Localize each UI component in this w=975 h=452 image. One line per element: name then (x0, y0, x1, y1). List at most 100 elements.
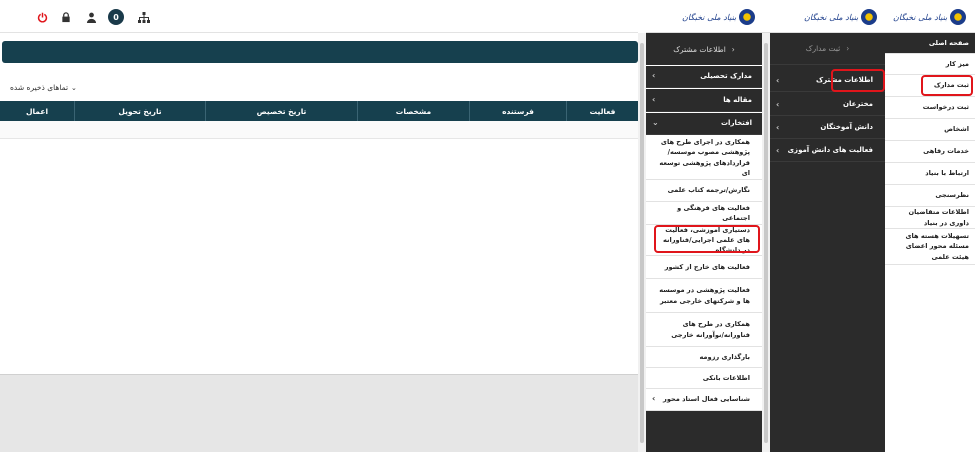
menu-item-label: فعالیت های دانش آموزی (787, 146, 873, 154)
menu-item-honors[interactable]: افتخارات ⌄ (646, 113, 762, 135)
submenu-panel-register-docs: ‹ ثبت مدارک اطلاعات مشترک › مخترعان › دانش… (770, 33, 885, 452)
user-icon[interactable] (84, 10, 98, 24)
column-delivery-date[interactable]: تاریخ تحویل (74, 101, 205, 121)
menu-item-label: بارگذاری رزومه (699, 352, 750, 361)
lock-icon[interactable] (59, 10, 73, 24)
column-activity[interactable]: فعالیت (566, 101, 638, 121)
menu-item-label: فعالیت های فرهنگی و اجتماعی (677, 203, 750, 222)
emblem-icon (861, 9, 878, 25)
scrollbar-thumb[interactable] (764, 43, 768, 443)
menu-item-register-request[interactable]: ثبت درخواست (885, 97, 975, 119)
submenu-item-upload-resume[interactable]: بارگذاری رزومه (646, 347, 762, 368)
menu-item-label: همکاری در اجرای طرح های پژوهشی مصوب موسس… (659, 138, 750, 177)
menu-item-desk[interactable]: میز کار (885, 54, 975, 75)
menu-item-survey[interactable]: نظرسنجی (885, 185, 975, 207)
menu-item-label: نظرسنجی (935, 191, 969, 200)
menu-item-label: فعالیت پژوهشی در موسسه ها و شرکتهای خارج… (659, 286, 750, 305)
notification-counter[interactable]: 0 (108, 9, 124, 25)
chevron-left-icon: ‹ (846, 44, 850, 53)
saved-filter-label: تماهای ذخیره شده (10, 83, 69, 92)
menu-item-label: اشخاص (944, 125, 969, 134)
menu-item-label: شناسایی فعال استاد محور (663, 395, 750, 404)
chevron-right-icon: › (776, 75, 780, 85)
menu-item-articles[interactable]: مقاله ها › (646, 89, 762, 112)
menu-item-label: ارتباط با بنیاد (925, 169, 969, 178)
menu-item-label: خدمات رفاهی (923, 147, 969, 156)
logo-text: بنیاد ملی نخبگان (893, 12, 948, 22)
main-side-menu: صفحه اصلی میز کار ثبت مدارک ثبت درخواست … (885, 33, 975, 452)
submenu-item-foreign-research[interactable]: فعالیت پژوهشی در موسسه ها و شرکتهای خارج… (646, 279, 762, 313)
menu-item-contact[interactable]: ارتباط با بنیاد (885, 163, 975, 185)
column-assign-date[interactable]: تاریخ تخصیص (205, 101, 357, 121)
submenu-item-bank-info[interactable]: اطلاعات بانکی (646, 368, 762, 389)
menu-item-home[interactable]: صفحه اصلی (885, 33, 975, 54)
menu-item-label: مقاله ها (723, 95, 752, 104)
submenu-item-book-writing[interactable]: نگارش/ترجمه کتاب علمی (646, 180, 762, 202)
panel2-top: بنیاد ملی نخبگان (770, 0, 885, 33)
menu-item-label: دانش آموختگان (820, 123, 873, 131)
chevron-right-icon: › (652, 94, 656, 104)
menu-item-faculty-facilities[interactable]: تسهیلات هسته های مسئله محور اعضای هیئت ع… (885, 229, 975, 265)
menu-item-label: تسهیلات هسته های مسئله محور اعضای هیئت ع… (905, 232, 969, 261)
panel1-scrollbar[interactable] (762, 33, 770, 452)
grid-footer (0, 374, 638, 452)
logo: بنیاد ملی نخبگان (804, 7, 878, 27)
menu-item-label: ثبت درخواست (922, 103, 969, 112)
column-details[interactable]: مشخصات (357, 101, 469, 121)
menu-item-degrees[interactable]: مدارک تحصیلی › (646, 66, 762, 88)
submenu-item-cultural-activities[interactable]: فعالیت های فرهنگی و اجتماعی (646, 202, 762, 225)
menu-item-label: مدارک تحصیلی (700, 72, 752, 81)
chevron-right-icon: › (776, 122, 780, 132)
menu-item-label: نگارش/ترجمه کتاب علمی (667, 186, 750, 195)
submenu-item-research-projects[interactable]: همکاری در اجرای طرح های پژوهشی مصوب موسس… (646, 136, 762, 180)
menu-item-graduates[interactable]: دانش آموختگان › (770, 116, 885, 139)
menu-item-label: مخترعان (843, 100, 873, 108)
menu-item-inventors[interactable]: مخترعان › (770, 93, 885, 116)
submenu-item-foreign-tech-projects[interactable]: همکاری در طرح های فناورانه/نوآورانه خارج… (646, 313, 762, 347)
column-actions[interactable]: اعمال (0, 101, 74, 121)
menu-item-label: اطلاعات بانکی (702, 373, 750, 382)
chevron-right-icon: › (652, 394, 656, 404)
power-icon[interactable] (35, 10, 49, 24)
menu-item-label: دستیاری آموزشی، فعالیت های علمی اجرایی/ف… (662, 225, 750, 255)
menu-item-shared-info[interactable]: اطلاعات مشترک › (770, 69, 885, 92)
chevron-down-icon: ⌄ (71, 83, 77, 92)
panel-filler (646, 411, 762, 452)
menu-item-label: فعالیت های خارج از کشور (664, 262, 750, 271)
menu-item-referee-applicants[interactable]: اطلاعات متقاضیان داوری در بنیاد (885, 207, 975, 229)
logo-text: بنیاد ملی نخبگان (804, 12, 859, 22)
saved-filter-dropdown[interactable]: ⌄ تماهای ذخیره شده (10, 83, 77, 92)
menu-item-label: ثبت مدارک (933, 81, 969, 90)
back-to-shared-info[interactable]: ‹ اطلاعات مشترک (646, 33, 762, 65)
panel3-top: بنیاد ملی نخبگان (885, 0, 975, 33)
submenu-item-professor-identification[interactable]: شناسایی فعال استاد محور › (646, 389, 762, 411)
submenu-panel-shared-info: ‹ اطلاعات مشترک مدارک تحصیلی › مقاله ها › … (646, 33, 762, 452)
panel-header-label: ثبت مدارک (805, 44, 841, 53)
logo: بنیاد ملی نخبگان (682, 7, 756, 27)
emblem-icon (739, 9, 756, 25)
menu-item-label: افتخارات (721, 119, 752, 128)
menu-item-label: اطلاعات متقاضیان داوری در بنیاد (908, 208, 969, 227)
menu-item-welfare[interactable]: خدمات رفاهی (885, 141, 975, 163)
chevron-right-icon: › (776, 99, 780, 109)
table-row (0, 121, 638, 139)
sitemap-icon[interactable] (137, 10, 151, 24)
menu-item-label: همکاری در طرح های فناورانه/نوآورانه خارج… (671, 320, 750, 339)
back-to-register-docs[interactable]: ‹ ثبت مدارک (770, 33, 885, 65)
chevron-right-icon: › (652, 71, 656, 81)
panel1-top: بنیاد ملی نخبگان (646, 0, 770, 33)
page-header-bar (2, 41, 638, 63)
logo-text: بنیاد ملی نخبگان (682, 12, 737, 22)
main-scrollbar[interactable] (638, 33, 646, 452)
menu-item-persons[interactable]: اشخاص (885, 119, 975, 141)
top-toolbar: 0 (0, 0, 638, 33)
submenu-item-teaching-assistant[interactable]: دستیاری آموزشی، فعالیت های علمی اجرایی/ف… (646, 225, 762, 256)
chevron-right-icon: › (776, 145, 780, 155)
submenu-item-abroad-activities[interactable]: فعالیت های خارج از کشور (646, 256, 762, 279)
column-sender[interactable]: فرستنده (469, 101, 566, 121)
logo: بنیاد ملی نخبگان (893, 7, 967, 27)
menu-item-student-activities[interactable]: فعالیت های دانش آموزی › (770, 139, 885, 162)
scrollbar-thumb[interactable] (640, 43, 644, 443)
menu-item-register-docs[interactable]: ثبت مدارک (885, 75, 975, 97)
grid-header: فعالیت فرستنده مشخصات تاریخ تخصیص تاریخ … (0, 101, 638, 121)
